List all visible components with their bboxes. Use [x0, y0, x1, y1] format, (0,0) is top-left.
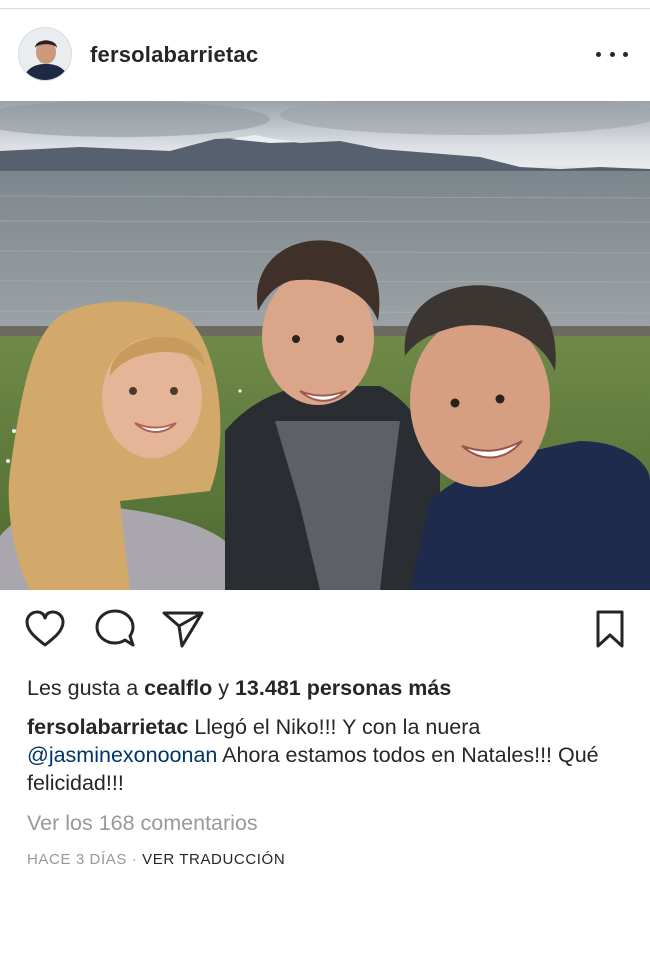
comment-icon[interactable] — [92, 606, 138, 652]
post-meta: HACE 3 DÍAS · VER TRADUCCIÓN — [27, 851, 285, 868]
share-icon[interactable] — [160, 606, 206, 652]
post-username[interactable]: fersolabarrietac — [90, 42, 258, 68]
bookmark-icon[interactable] — [587, 606, 633, 652]
likes-middle: y — [212, 676, 235, 700]
post-photo[interactable] — [0, 101, 650, 590]
post-timestamp: HACE 3 DÍAS — [27, 851, 127, 868]
more-horizontal-icon[interactable] — [596, 44, 628, 64]
caption-username[interactable]: fersolabarrietac — [27, 715, 188, 739]
post-header: fersolabarrietac — [0, 9, 650, 101]
avatar[interactable] — [18, 27, 72, 81]
caption-mention[interactable]: @jasminexonoonan — [27, 743, 217, 767]
action-bar — [0, 606, 650, 658]
liker-username[interactable]: cealflo — [144, 676, 212, 700]
post-caption: fersolabarrietac Llegó el Niko!!! Y con … — [27, 713, 627, 797]
likes-summary[interactable]: Les gusta a cealflo y 13.481 personas má… — [27, 676, 451, 701]
meta-separator: · — [126, 851, 143, 868]
heart-icon[interactable] — [22, 606, 68, 652]
see-translation-link[interactable]: VER TRADUCCIÓN — [142, 851, 285, 868]
view-comments-link[interactable]: Ver los 168 comentarios — [27, 811, 258, 836]
likes-count[interactable]: 13.481 personas más — [235, 676, 451, 700]
caption-text: Llegó el Niko!!! Y con la nuera — [188, 715, 481, 739]
likes-prefix: Les gusta a — [27, 676, 145, 700]
